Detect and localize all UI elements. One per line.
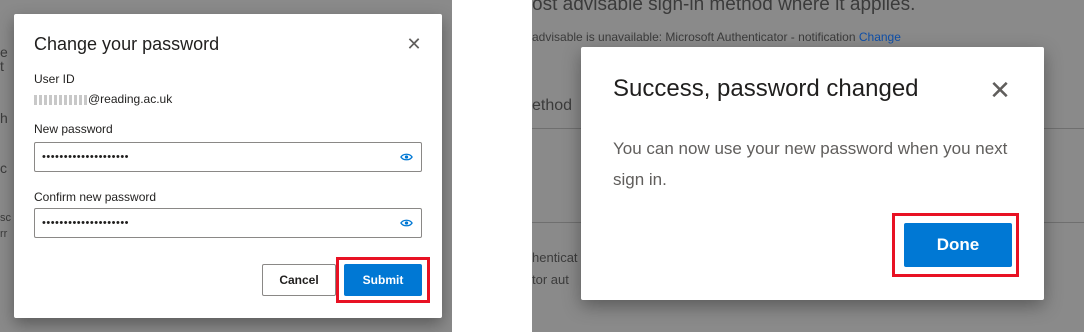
submit-highlight-box bbox=[336, 257, 430, 303]
cancel-button[interactable]: Cancel bbox=[262, 264, 336, 296]
user-id-domain: @reading.ac.uk bbox=[88, 92, 173, 106]
dialog-title: Success, password changed bbox=[613, 75, 919, 102]
new-password-value: •••••••••••••••••••• bbox=[42, 151, 130, 163]
confirm-password-label: Confirm new password bbox=[34, 190, 157, 204]
confirm-password-value: •••••••••••••••••••• bbox=[42, 217, 130, 229]
user-id-label: User ID bbox=[34, 72, 75, 86]
done-highlight-box bbox=[892, 213, 1019, 277]
background-fragment: t bbox=[0, 58, 4, 74]
eye-icon[interactable] bbox=[400, 152, 413, 162]
background-fragment: sc bbox=[0, 212, 11, 224]
new-password-label: New password bbox=[34, 122, 113, 136]
background-text: ost advisable sign-in method where it ap… bbox=[532, 0, 916, 15]
background-fragment: h bbox=[0, 110, 8, 126]
new-password-field[interactable]: •••••••••••••••••••• bbox=[34, 142, 422, 172]
change-link[interactable]: Change bbox=[859, 30, 901, 44]
background-text: tor aut bbox=[532, 272, 569, 287]
success-message: You can now use your new password when y… bbox=[613, 139, 1008, 189]
confirm-password-field[interactable]: •••••••••••••••••••• bbox=[34, 208, 422, 238]
background-text: henticat bbox=[532, 250, 578, 265]
close-icon[interactable]: ✕ bbox=[406, 35, 422, 53]
background-heading: ethod bbox=[532, 97, 573, 114]
eye-icon[interactable] bbox=[400, 218, 413, 228]
dialog-title: Change your password bbox=[34, 34, 220, 54]
background-fragment: rr bbox=[0, 228, 8, 240]
background-notice: advisable is unavailable: Microsoft Auth… bbox=[532, 30, 856, 44]
background-fragment: c bbox=[0, 160, 7, 176]
close-icon[interactable]: ✕ bbox=[989, 77, 1011, 103]
background-text: advisable is unavailable: Microsoft Auth… bbox=[532, 30, 901, 44]
left-screenshot-panel: e t h c sc rr Change your password ✕ Use… bbox=[0, 0, 452, 332]
redacted-mask bbox=[34, 94, 87, 105]
user-id-value: @reading.ac.uk bbox=[34, 92, 172, 106]
